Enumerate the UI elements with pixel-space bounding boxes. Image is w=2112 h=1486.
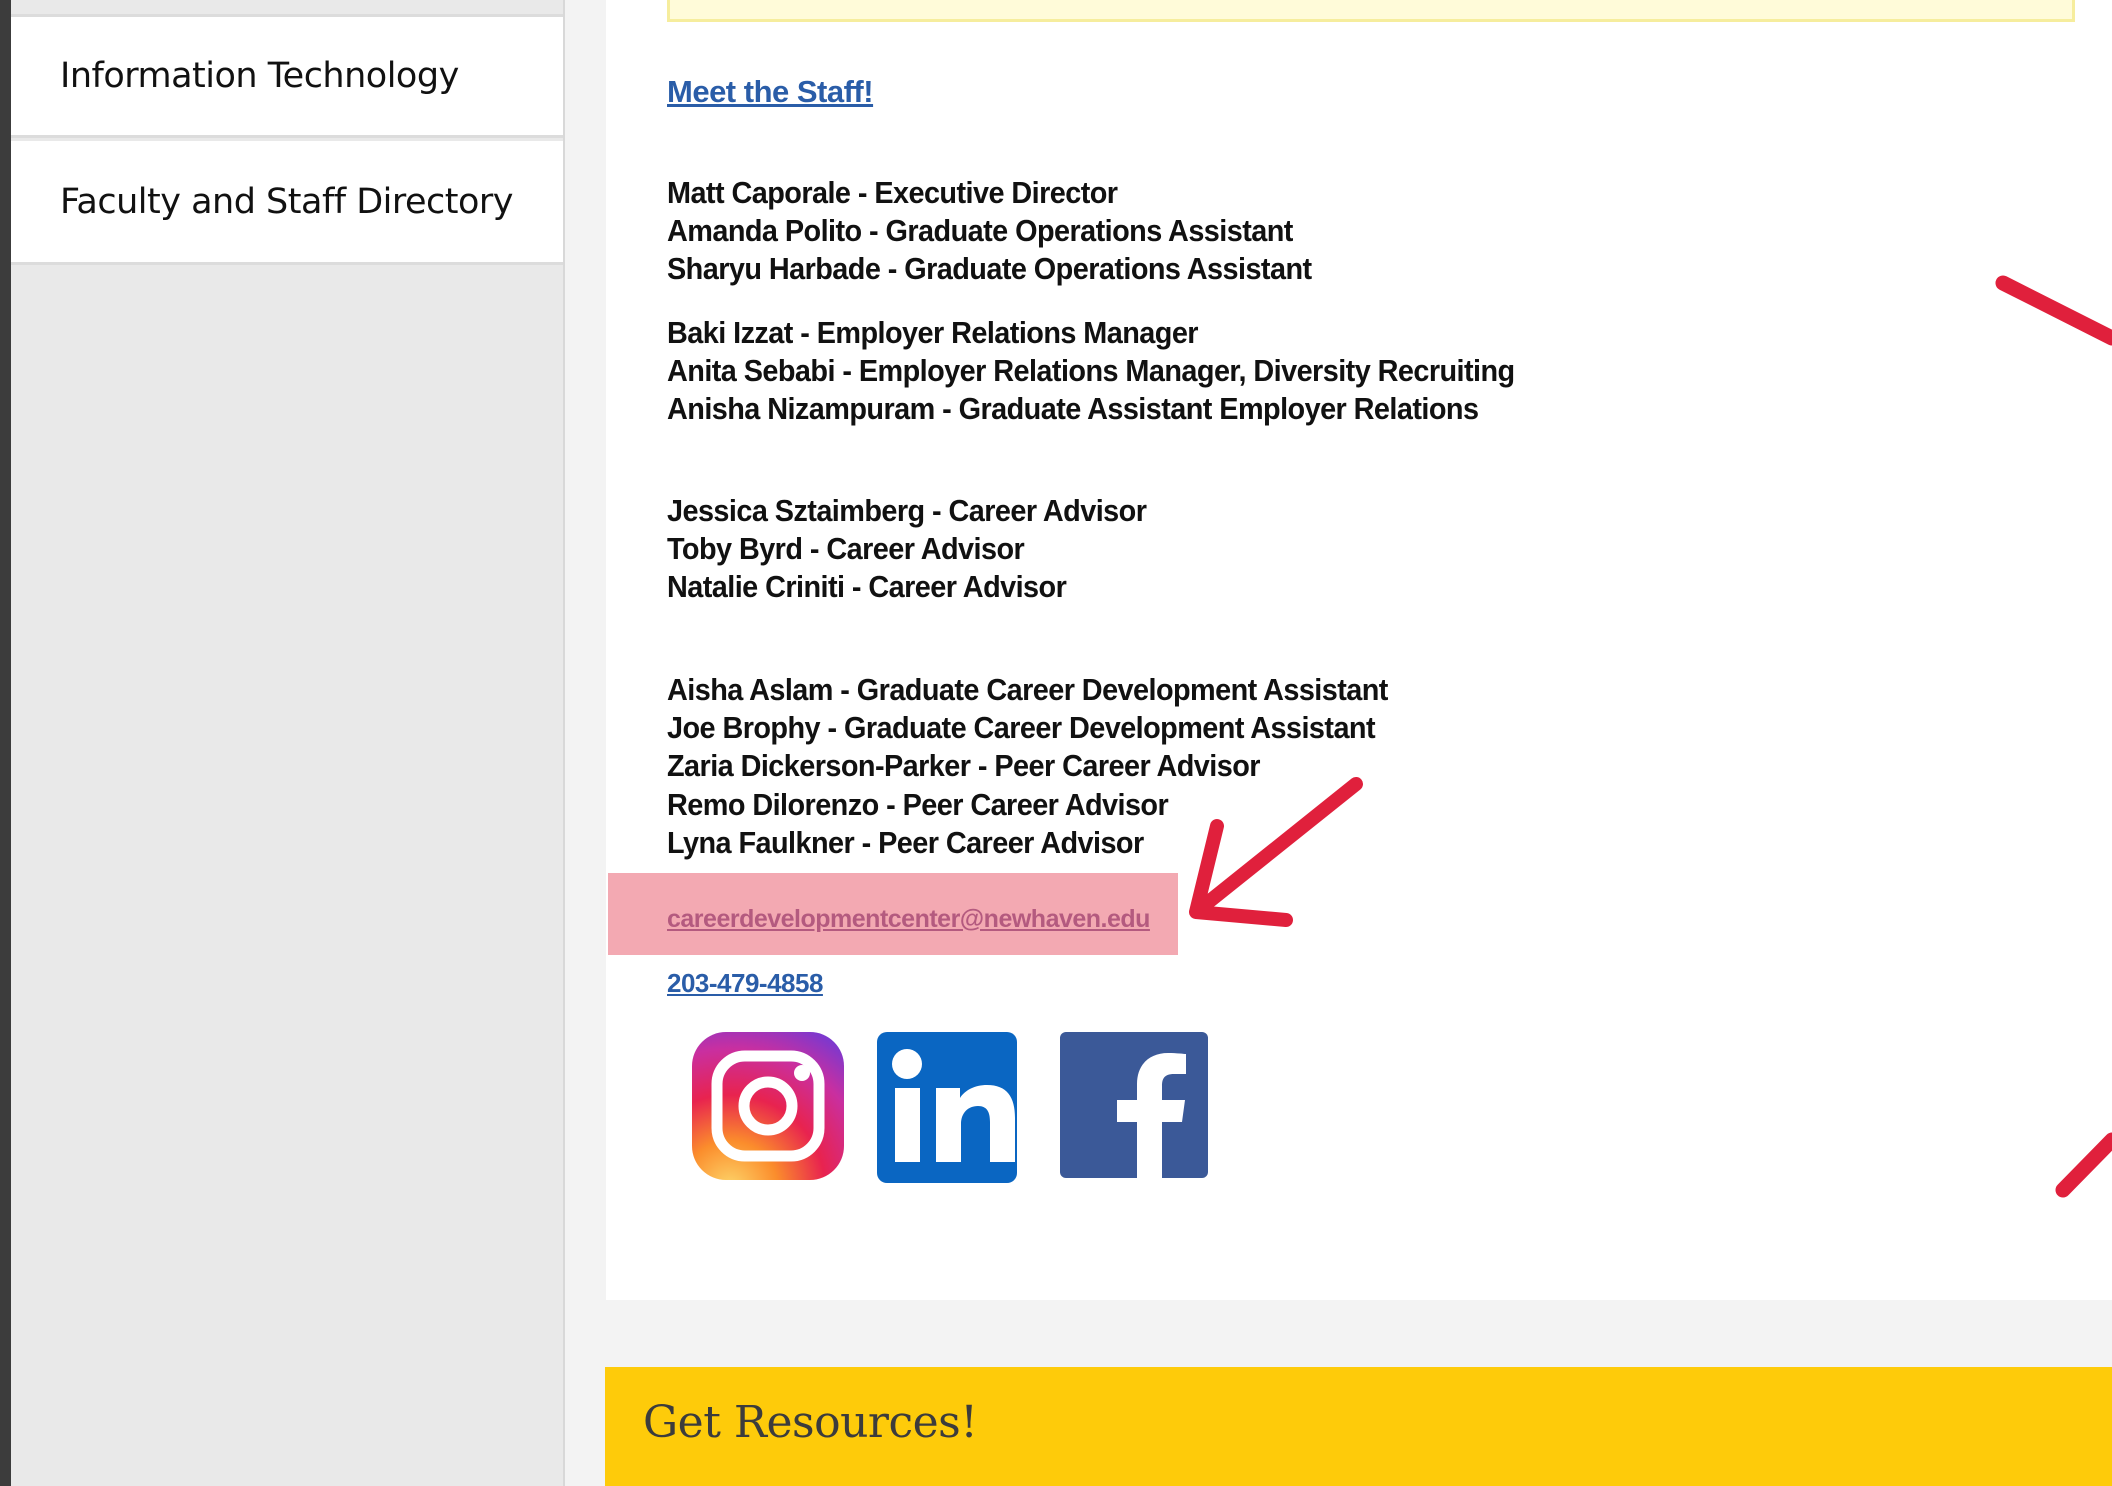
email-link[interactable]: careerdevelopmentcenter@newhaven.edu	[667, 905, 1150, 934]
staff-entry: Zaria Dickerson-Parker - Peer Career Adv…	[667, 748, 1260, 783]
facebook-icon-graphic	[1060, 1032, 1208, 1180]
staff-entry: Jessica Sztaimberg - Career Advisor	[667, 493, 1147, 528]
linkedin-icon-graphic	[877, 1032, 1017, 1183]
staff-entry: Toby Byrd - Career Advisor	[667, 531, 1025, 566]
window-edge	[0, 0, 11, 1486]
sidebar-item-label: Information Technology	[60, 56, 459, 96]
banner-title: Get Resources!	[643, 1397, 978, 1448]
phone-link[interactable]: 203-479-4858	[667, 968, 823, 999]
sidebar: Information Technology Faculty and Staff…	[11, 0, 565, 1486]
meet-the-staff-link[interactable]: Meet the Staff!	[667, 74, 874, 110]
instagram-icon-graphic	[692, 1032, 844, 1180]
get-resources-banner: Get Resources!	[605, 1367, 2112, 1486]
sidebar-item-label: Faculty and Staff Directory	[60, 181, 514, 222]
staff-entry: Natalie Criniti - Career Advisor	[667, 569, 1067, 604]
notice-box	[667, 0, 2075, 22]
facebook-icon[interactable]	[1058, 1030, 1210, 1180]
staff-entry: Remo Dilorenzo - Peer Career Advisor	[667, 787, 1169, 822]
sidebar-item-faculty-staff-directory[interactable]: Faculty and Staff Directory	[11, 141, 563, 265]
sidebar-item-information-technology[interactable]: Information Technology	[11, 14, 563, 138]
staff-entry: Sharyu Harbade - Graduate Operations Ass…	[667, 251, 1312, 286]
staff-entry: Lyna Faulkner - Peer Career Advisor	[667, 825, 1144, 860]
linkedin-icon[interactable]	[875, 1030, 1019, 1185]
staff-entry: Matt Caporale - Executive Director	[667, 175, 1118, 210]
staff-entry: Joe Brophy - Graduate Career Development…	[667, 710, 1376, 745]
staff-entry: Amanda Polito - Graduate Operations Assi…	[667, 213, 1293, 248]
instagram-icon[interactable]	[690, 1030, 846, 1182]
staff-entry: Anisha Nizampuram - Graduate Assistant E…	[667, 391, 1479, 426]
staff-entry: Aisha Aslam - Graduate Career Developmen…	[667, 672, 1388, 707]
staff-entry: Baki Izzat - Employer Relations Manager	[667, 315, 1199, 350]
staff-entry: Anita Sebabi - Employer Relations Manage…	[667, 353, 1515, 388]
